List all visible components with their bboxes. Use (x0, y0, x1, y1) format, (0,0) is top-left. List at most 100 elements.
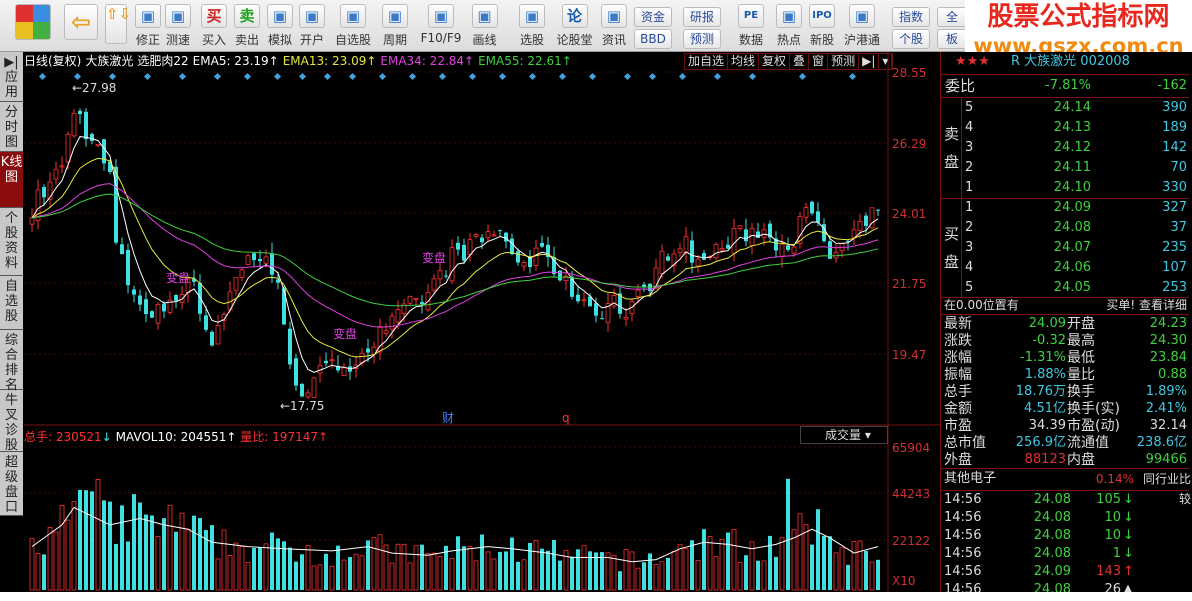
candle (504, 232, 508, 242)
signal-marker (498, 72, 507, 81)
volume-axis-label: 65904 (892, 441, 931, 455)
volume-bar (317, 564, 323, 591)
volume-bar (300, 554, 304, 590)
buy-volume: 327 (1162, 200, 1187, 215)
toolbar-button-板[interactable]: 板 (937, 29, 967, 49)
finance-marker: 财 (442, 411, 454, 425)
signal-marker (378, 72, 387, 81)
volume-bar (462, 546, 466, 590)
tick-price: 24.08 (1033, 492, 1071, 507)
candle (498, 230, 502, 232)
volume-bar (833, 552, 839, 591)
signal-marker (528, 72, 537, 81)
candle (210, 331, 214, 346)
volume-bar (702, 529, 706, 590)
signal-marker (558, 72, 567, 81)
candle (594, 303, 598, 316)
volume-bar (59, 505, 65, 591)
volume-bar (797, 513, 803, 591)
volume-bar (671, 550, 677, 591)
buy-volume: 37 (1170, 220, 1187, 235)
candle (84, 111, 88, 140)
volume-bar (102, 500, 106, 590)
tick-direction-icon: ↓ (1123, 528, 1134, 543)
sell-label: 卖盘 (944, 125, 960, 171)
candle (263, 256, 269, 264)
sell-level: 5 (965, 100, 974, 115)
volume-bar (366, 540, 370, 590)
tick-time: 14:56 (944, 492, 982, 507)
volume-bar (167, 504, 173, 591)
tick-direction-icon: ↓ (1123, 492, 1134, 507)
volume-bar (353, 553, 359, 591)
candle (726, 244, 730, 249)
buy-level: 3 (965, 240, 974, 255)
signal-marker (213, 72, 222, 81)
volume-bar (341, 559, 347, 591)
candle (245, 255, 251, 265)
volume-bar (120, 505, 124, 590)
tick-volume: 1 (1112, 546, 1121, 561)
candle (540, 242, 544, 247)
signal-marker (143, 72, 152, 81)
volume-bar (239, 546, 245, 591)
price-axis-label: 24.01 (892, 207, 927, 221)
volume-bar (648, 553, 652, 590)
candle (329, 359, 335, 362)
volume-bar (779, 537, 785, 591)
volume-bar (498, 551, 502, 590)
candle (132, 289, 136, 295)
volume-bar (473, 560, 479, 591)
candle (59, 165, 65, 168)
volume-bar (731, 528, 737, 591)
candle (677, 248, 683, 254)
candle (437, 270, 443, 280)
candle (294, 358, 298, 386)
industry-change: 0.14% (1095, 472, 1134, 486)
candle (791, 246, 797, 254)
volume-bar (359, 555, 365, 591)
buy-price: 24.06 (1053, 260, 1091, 275)
volume-bar (581, 545, 587, 591)
volume-bar (389, 562, 395, 591)
notice-text: 在0.00位置有 (944, 298, 1019, 312)
total-volume: 总手: 230521 (24, 430, 102, 444)
candle (731, 228, 737, 254)
candle (456, 242, 460, 250)
volume-bar (288, 547, 292, 590)
volume-bar (480, 534, 484, 590)
view-details-link[interactable]: 买单! 查看详细 (1061, 295, 1187, 315)
volume-bar (611, 554, 617, 591)
kline-chart: ←27.98←17.75变盘变盘变盘财 q (24, 52, 940, 592)
volume-bar (828, 536, 832, 590)
volume-bar (329, 565, 335, 591)
volume-bar (510, 537, 514, 590)
weicha-value: -162 (1157, 78, 1187, 93)
candle (786, 245, 790, 250)
price-axis-label: 19.47 (892, 348, 927, 362)
candle (90, 133, 94, 142)
volume-bar (174, 531, 178, 590)
weibi-value: -7.81% (1045, 78, 1091, 93)
candle (876, 209, 880, 211)
industry-compare-button[interactable]: 同行业比较 (1137, 469, 1191, 506)
candle (65, 133, 71, 163)
signal-marker (323, 72, 332, 81)
signal-marker (648, 72, 657, 81)
candle (144, 299, 148, 315)
divider (941, 74, 1189, 75)
tick-price: 24.08 (1033, 510, 1071, 525)
buy-price: 24.08 (1053, 220, 1091, 235)
volume-bar (576, 549, 580, 590)
candle (359, 352, 365, 364)
toolbar-button-全[interactable]: 全 (937, 7, 967, 27)
signal-marker (678, 72, 687, 81)
volume-indicator-dropdown[interactable]: 成交量 ▾ (800, 426, 888, 444)
candle (179, 294, 185, 303)
volume-bar (437, 556, 443, 591)
volume-bar (570, 556, 574, 590)
low-price-label: ←17.75 (280, 399, 324, 413)
signal-marker (798, 72, 807, 81)
tick-time: 14:56 (944, 528, 982, 543)
candle (42, 187, 46, 198)
